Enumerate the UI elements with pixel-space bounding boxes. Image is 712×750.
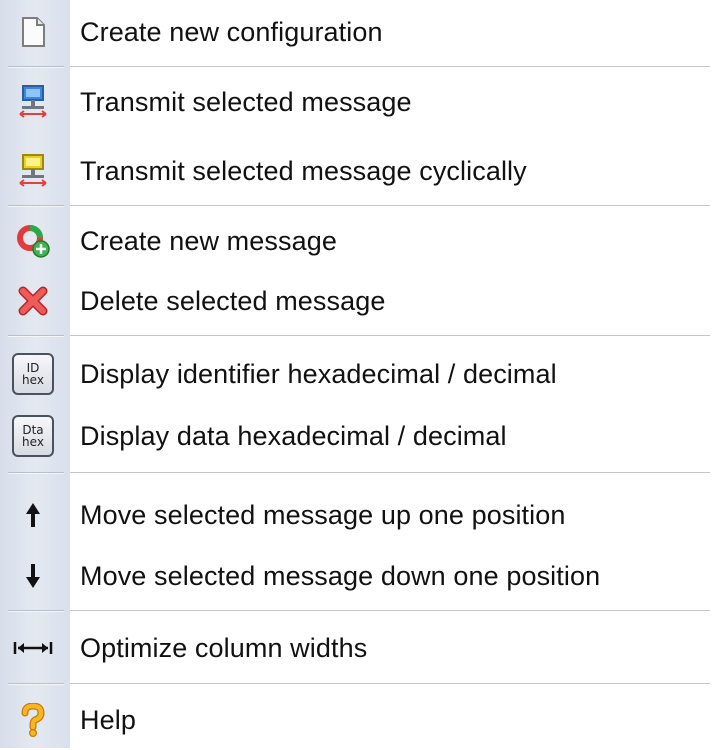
column-width-icon [9,624,57,672]
separator [8,66,64,68]
menu-item-move-down[interactable]: Move selected message down one position [0,546,712,606]
separator [70,610,710,612]
arrow-down-icon [9,552,57,600]
menu-item-label: Create new message [80,225,337,256]
separator [8,683,64,685]
separator [70,205,710,207]
menu-item-transmit-selected-message-cyclically[interactable]: Transmit selected message cyclically [0,141,712,201]
separator [8,472,64,474]
menu-item-label: Move selected message up one position [80,499,566,530]
menu-item-delete-selected-message[interactable]: Delete selected message [0,271,712,331]
separator [70,472,710,474]
icon-text-line: hex [22,435,44,449]
menu-item-move-up[interactable]: Move selected message up one position [0,485,712,545]
id-hex-toggle-icon: ID hex [9,350,57,398]
menu-item-display-identifier-hex-decimal[interactable]: ID hex Display identifier hexadecimal / … [0,344,712,404]
delete-red-x-icon [9,277,57,325]
menu-item-transmit-selected-message[interactable]: Transmit selected message [0,72,712,132]
menu-item-label: Create new configuration [80,16,383,47]
menu-item-label: Delete selected message [80,285,386,316]
separator [8,335,64,337]
transmit-network-icon [9,78,57,126]
menu-item-label: Transmit selected message cyclically [80,155,527,186]
menu-item-label: Help [80,704,136,735]
new-document-icon [9,8,57,56]
help-question-icon [9,696,57,744]
create-message-icon [9,217,57,265]
transmit-cyclic-network-icon [9,147,57,195]
menu-item-optimize-column-widths[interactable]: Optimize column widths [0,618,712,678]
separator [70,66,710,68]
menu-item-create-new-message[interactable]: Create new message [0,211,712,271]
separator [8,205,64,207]
menu-item-label: Optimize column widths [80,632,368,663]
arrow-up-icon [9,491,57,539]
separator [70,335,710,337]
menu-item-display-data-hex-decimal[interactable]: Dta hex Display data hexadecimal / decim… [0,406,712,466]
separator [70,683,710,685]
menu-item-create-new-configuration[interactable]: Create new configuration [0,2,712,62]
icon-text-line: hex [22,373,44,387]
context-menu: Create new configuration Transmit select… [0,0,712,748]
menu-item-label: Move selected message down one position [80,560,601,591]
menu-item-label: Display identifier hexadecimal / decimal [80,358,557,389]
menu-item-help[interactable]: Help [0,690,712,750]
data-hex-toggle-icon: Dta hex [9,412,57,460]
menu-item-label: Display data hexadecimal / decimal [80,420,507,451]
menu-item-label: Transmit selected message [80,86,412,117]
separator [8,610,64,612]
